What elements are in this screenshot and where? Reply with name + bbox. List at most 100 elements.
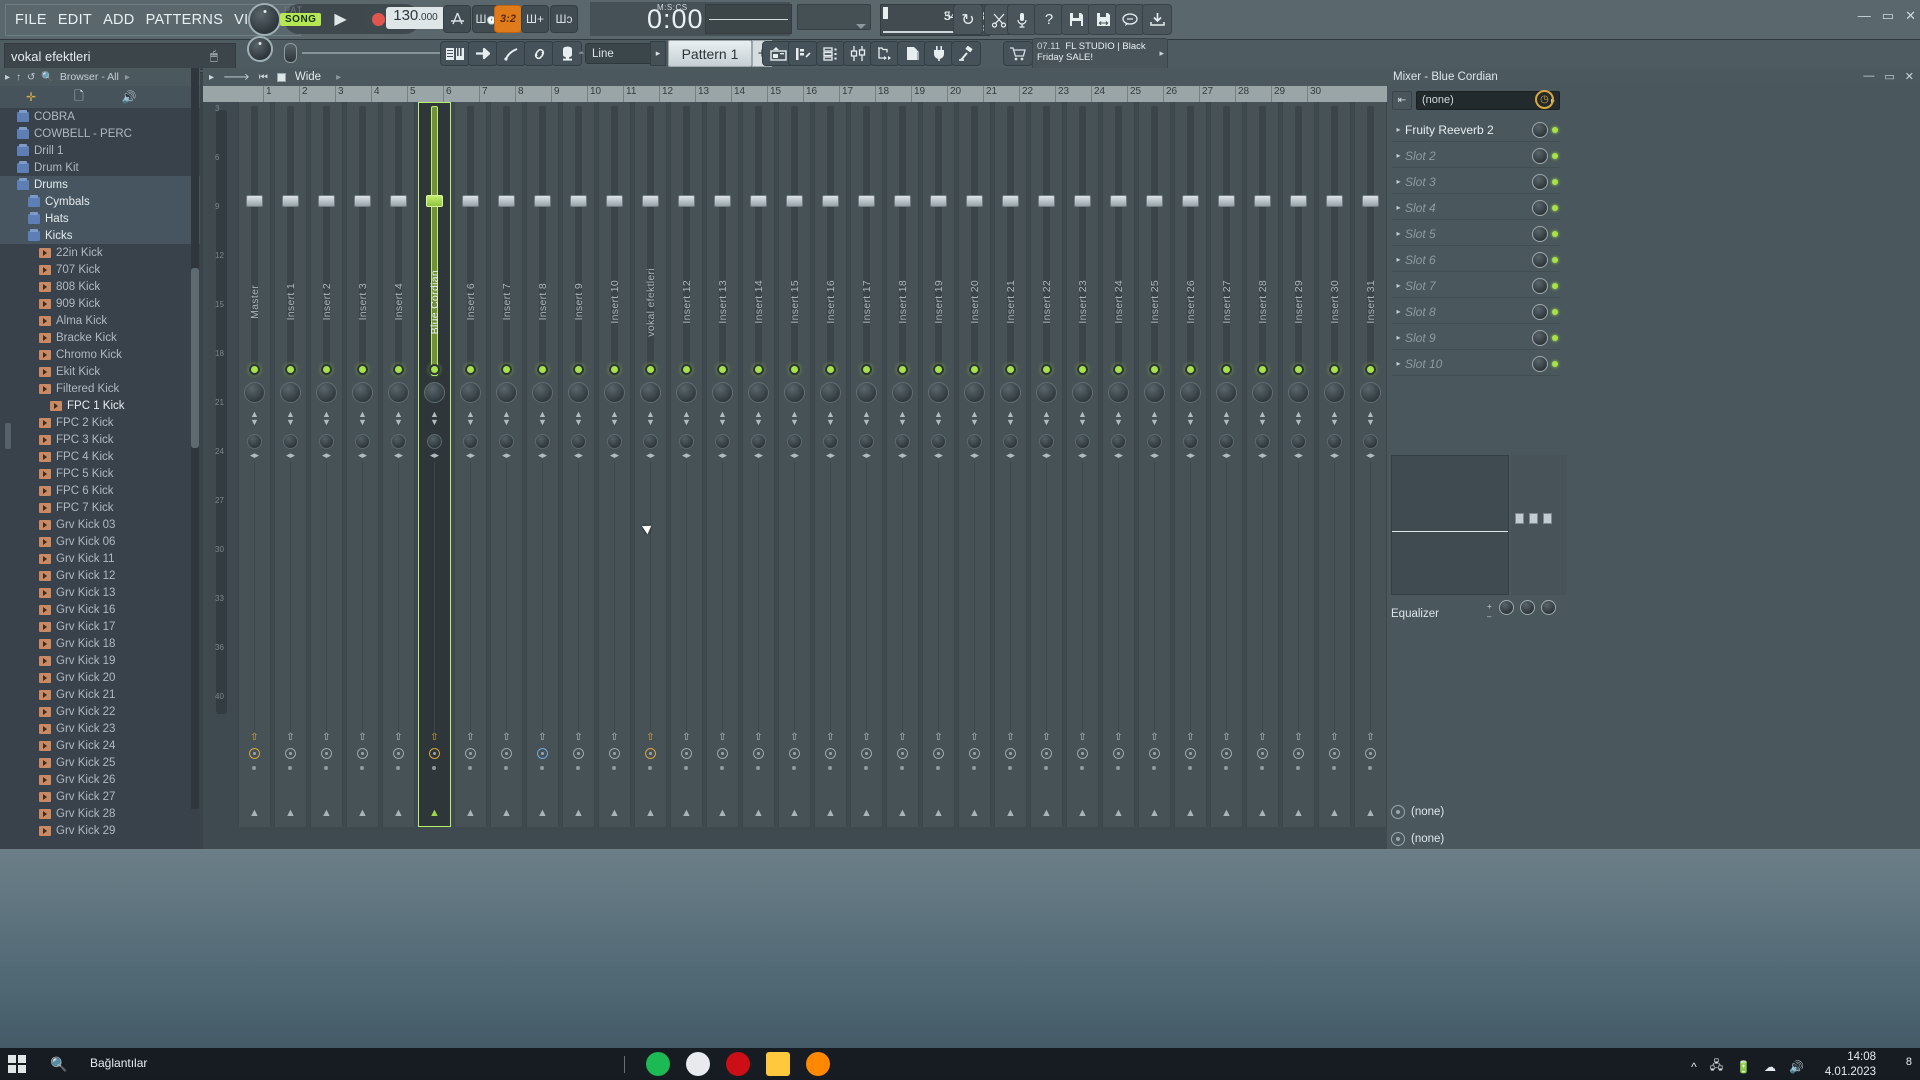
track-updown-icon[interactable]: ▲ ▼ (897, 410, 908, 427)
metronome-icon[interactable] (443, 5, 471, 33)
tray-expand-icon[interactable]: ^ (1691, 1060, 1697, 1074)
track-updown-icon[interactable]: ▲ ▼ (645, 410, 656, 427)
track-route-arrow[interactable]: ⇧ (465, 732, 476, 743)
track-output-arrow[interactable]: ▲ (825, 807, 836, 819)
track-pan-knob[interactable] (676, 382, 697, 403)
slot-enable-led[interactable] (1552, 230, 1558, 237)
track-route-arrow[interactable]: ⇧ (897, 732, 908, 743)
track-stereo-knob[interactable] (1075, 434, 1090, 449)
browser-item[interactable]: Grv Kick 21 (0, 686, 200, 703)
track-output-arrow[interactable]: ▲ (1149, 807, 1160, 819)
browser-item[interactable]: COBRA (0, 108, 200, 125)
track-stereo-knob[interactable] (823, 434, 838, 449)
track-output-arrow[interactable]: ▲ (1113, 807, 1124, 819)
mixer-track[interactable]: Insert 16 ▲ ▼ ◂▸ ⇧ ▲ (814, 102, 847, 827)
track-updown-icon[interactable]: ▲ ▼ (357, 410, 368, 427)
chat-icon[interactable] (1115, 4, 1145, 35)
track-updown-icon[interactable]: ▲ ▼ (609, 410, 620, 427)
track-pan-knob[interactable] (748, 382, 769, 403)
track-send-knob[interactable] (609, 748, 620, 759)
eq-plus[interactable]: + (1487, 602, 1492, 612)
track-enable-led[interactable] (825, 364, 836, 375)
browser-item[interactable]: Grv Kick 25 (0, 754, 200, 771)
track-lr-icon[interactable]: ◂▸ (249, 450, 260, 461)
browser-resize-handle[interactable] (5, 423, 11, 449)
hint-bar[interactable] (280, 41, 455, 65)
mixer-track[interactable]: Insert 22 ▲ ▼ ◂▸ ⇧ ▲ (1030, 102, 1063, 827)
track-lr-icon[interactable]: ◂▸ (429, 450, 440, 461)
track-fader[interactable] (822, 195, 839, 208)
mixer-track[interactable]: Insert 7 ▲ ▼ ◂▸ ⇧ ▲ (490, 102, 523, 827)
track-fader[interactable] (1146, 195, 1163, 208)
track-output-arrow[interactable]: ▲ (1365, 807, 1376, 819)
track-pan-knob[interactable] (712, 382, 733, 403)
track-route-arrow[interactable]: ⇧ (501, 732, 512, 743)
browser-item[interactable]: Grv Kick 27 (0, 788, 200, 805)
track-lr-icon[interactable]: ◂▸ (825, 450, 836, 461)
tempo-field[interactable]: 130.000 (386, 7, 445, 29)
track-pan-knob[interactable] (820, 382, 841, 403)
file-explorer-icon[interactable] (766, 1052, 790, 1076)
track-enable-led[interactable] (897, 364, 908, 375)
browser-item[interactable]: 707 Kick (0, 261, 200, 278)
track-send-knob[interactable] (1113, 748, 1124, 759)
browser-item[interactable]: Grv Kick 18 (0, 635, 200, 652)
track-stereo-knob[interactable] (355, 434, 370, 449)
piano-roll-icon[interactable] (496, 41, 526, 66)
slot-mix-knob[interactable] (1532, 303, 1548, 320)
mixer-track[interactable]: Insert 31 ▲ ▼ ◂▸ ⇧ ▲ (1354, 102, 1387, 827)
plugin-picker-icon[interactable] (816, 41, 846, 66)
track-lr-icon[interactable]: ◂▸ (1365, 450, 1376, 461)
browser-item[interactable]: Grv Kick 17 (0, 618, 200, 635)
effect-slot[interactable]: ▸ Slot 8 (1392, 300, 1560, 324)
track-route-arrow[interactable]: ⇧ (357, 732, 368, 743)
track-updown-icon[interactable]: ▲ ▼ (1365, 410, 1376, 427)
slot-expand-icon[interactable]: ▸ (1392, 125, 1405, 134)
track-route-arrow[interactable]: ⇧ (393, 732, 404, 743)
track-pan-knob[interactable] (424, 382, 445, 403)
track-send-knob[interactable] (1365, 748, 1376, 759)
track-fader[interactable] (282, 195, 299, 208)
track-pan-knob[interactable] (1324, 382, 1345, 403)
slot-mix-knob[interactable] (1532, 173, 1548, 190)
play-button[interactable]: ▶ (326, 6, 355, 32)
track-lr-icon[interactable]: ◂▸ (357, 450, 368, 461)
track-enable-led[interactable] (609, 364, 620, 375)
track-fader[interactable] (570, 195, 587, 208)
track-enable-led[interactable] (1185, 364, 1196, 375)
track-route-arrow[interactable]: ⇧ (285, 732, 296, 743)
track-stereo-knob[interactable] (859, 434, 874, 449)
track-pan-knob[interactable] (964, 382, 985, 403)
track-pan-knob[interactable] (928, 382, 949, 403)
mixer-track[interactable]: Insert 3 ▲ ▼ ◂▸ ⇧ ▲ (346, 102, 379, 827)
browser-up-icon[interactable]: ↑ (16, 72, 21, 83)
slot-mix-knob[interactable] (1532, 329, 1548, 346)
track-updown-icon[interactable]: ▲ ▼ (285, 410, 296, 427)
track-fader[interactable] (426, 195, 443, 208)
track-output-arrow[interactable]: ▲ (1329, 807, 1340, 819)
track-pan-knob[interactable] (640, 382, 661, 403)
track-fader[interactable] (498, 195, 515, 208)
track-stereo-knob[interactable] (1111, 434, 1126, 449)
track-fader[interactable] (318, 195, 335, 208)
browser-item[interactable]: Kicks (0, 227, 200, 244)
track-lr-icon[interactable]: ◂▸ (537, 450, 548, 461)
track-send-knob[interactable] (285, 748, 296, 759)
track-output-arrow[interactable]: ▲ (1041, 807, 1052, 819)
step-sequencer-icon[interactable] (468, 41, 498, 66)
track-pan-knob[interactable] (532, 382, 553, 403)
track-lr-icon[interactable]: ◂▸ (393, 450, 404, 461)
browser-item[interactable]: 909 Kick (0, 295, 200, 312)
browser-item[interactable]: Grv Kick 28 (0, 805, 200, 822)
track-send-knob[interactable] (357, 748, 368, 759)
mixer-track[interactable]: Insert 26 ▲ ▼ ◂▸ ⇧ ▲ (1174, 102, 1207, 827)
track-route-arrow[interactable]: ⇧ (1329, 732, 1340, 743)
track-send-knob[interactable] (1077, 748, 1088, 759)
track-stereo-knob[interactable] (715, 434, 730, 449)
track-fader[interactable] (462, 195, 479, 208)
browser-item[interactable]: Bracke Kick (0, 329, 200, 346)
browser-item[interactable]: FPC 4 Kick (0, 448, 200, 465)
track-lr-icon[interactable]: ◂▸ (933, 450, 944, 461)
slot-mix-knob[interactable] (1532, 251, 1548, 268)
track-fader[interactable] (786, 195, 803, 208)
